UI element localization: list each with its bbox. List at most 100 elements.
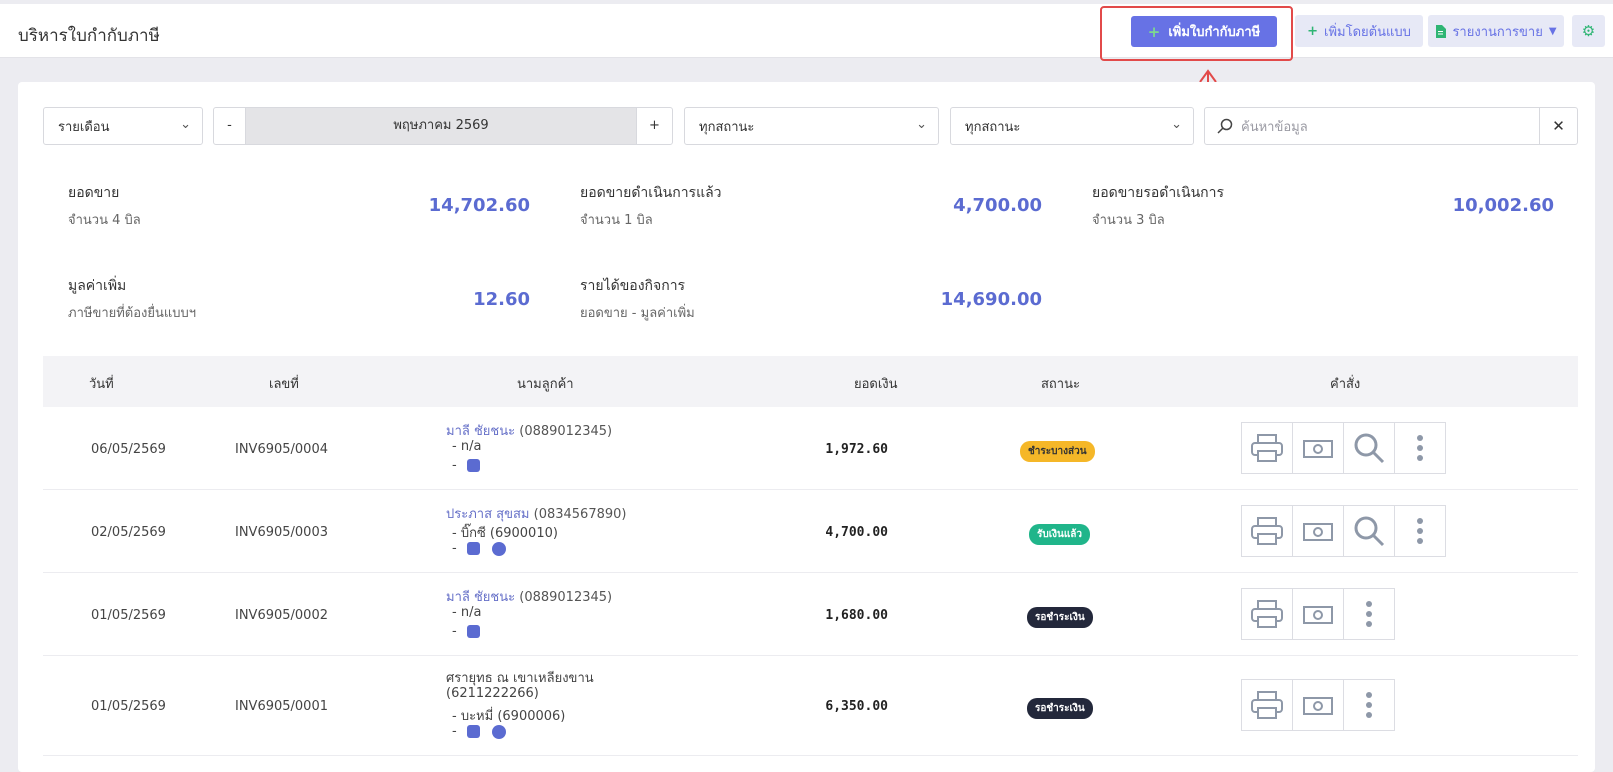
customer-name-link[interactable]: มาลี ชัยชนะ: [446, 590, 515, 605]
payment-button[interactable]: [1292, 505, 1344, 557]
period-type-select[interactable]: รายเดือน ⌄: [43, 107, 203, 145]
more-button[interactable]: [1394, 505, 1446, 557]
money-icon: [1303, 697, 1333, 715]
dash: -: [452, 724, 457, 739]
view-button[interactable]: [1343, 505, 1395, 557]
payment-button[interactable]: [1292, 588, 1344, 640]
col-date[interactable]: วันที่: [89, 373, 114, 394]
more-button[interactable]: [1343, 679, 1395, 731]
customer-phone: (0834567890): [533, 507, 627, 522]
income-value: 14,690.00: [940, 289, 1042, 310]
settings-button[interactable]: ⚙: [1572, 15, 1605, 47]
income-label: รายได้ของกิจการ: [580, 278, 686, 294]
customer-name-link[interactable]: ศรายุทธ ณ เขาเหลียงขาน: [446, 667, 594, 688]
customer-phone: (0889012345): [519, 590, 613, 605]
table-row[interactable]: 06/05/2569 INV6905/0004 มาลี ชัยชนะ (088…: [43, 407, 1578, 490]
customer-branch: - บิ๊กซี (6900010): [452, 526, 558, 541]
row-amount: 1,680.00: [825, 608, 888, 623]
period-selector: - พฤษภาคม 2569 +: [213, 107, 673, 145]
period-next-button[interactable]: +: [636, 108, 672, 144]
lifebuoy-icon[interactable]: [491, 541, 506, 556]
row-amount: 4,700.00: [825, 525, 888, 540]
row-amount: 1,972.60: [825, 442, 888, 457]
status-badge: ชำระบางส่วน: [1020, 441, 1095, 462]
customer-name-link[interactable]: มาลี ชัยชนะ: [446, 424, 515, 439]
status-select-1[interactable]: ทุกสถานะ ⌄: [684, 107, 939, 145]
status-select-2-value: ทุกสถานะ: [965, 119, 1021, 135]
row-number[interactable]: INV6905/0003: [235, 525, 328, 540]
col-actions: คำสั่ง: [1330, 377, 1361, 392]
magnifier-icon: [1354, 516, 1385, 547]
close-icon: ✕: [1552, 117, 1565, 135]
payment-button[interactable]: [1292, 422, 1344, 474]
money-icon: [1303, 440, 1333, 458]
store-icon[interactable]: [466, 542, 480, 555]
payment-button[interactable]: [1292, 679, 1344, 731]
col-number[interactable]: เลขที่: [269, 373, 299, 394]
customer-extra: -: [452, 724, 506, 739]
money-icon: [1303, 523, 1333, 541]
print-button[interactable]: [1241, 588, 1293, 640]
processed-value: 4,700.00: [953, 195, 1042, 216]
store-icon[interactable]: [466, 459, 480, 472]
row-date: 01/05/2569: [91, 699, 166, 714]
print-button[interactable]: [1241, 422, 1293, 474]
search-input[interactable]: ค้นหาข้อมูล ✕: [1204, 107, 1578, 145]
print-icon: [1251, 434, 1283, 462]
row-actions: [1241, 505, 1446, 557]
money-icon: [1303, 606, 1333, 624]
customer-phone: (0889012345): [519, 424, 613, 439]
row-number[interactable]: INV6905/0004: [235, 442, 328, 457]
lifebuoy-icon[interactable]: [491, 724, 506, 739]
status-badge: รอชำระเงิน: [1027, 607, 1093, 628]
print-icon: [1251, 691, 1283, 719]
table-row[interactable]: 01/05/2569 INV6905/0002 มาลี ชัยชนะ (088…: [43, 573, 1578, 656]
table-row[interactable]: 01/05/2569 INV6905/0001 ศรายุทธ ณ เขาเหล…: [43, 656, 1578, 756]
magnifier-icon: [1354, 433, 1385, 464]
print-icon: [1251, 600, 1283, 628]
customer-name-link[interactable]: ประภาส สุขสม: [446, 507, 529, 522]
plus-icon: +: [1307, 23, 1319, 39]
print-button[interactable]: [1241, 505, 1293, 557]
customer-extra: -: [452, 458, 480, 473]
highlight-box: [1100, 6, 1293, 61]
row-actions: [1241, 588, 1395, 640]
view-button[interactable]: [1343, 422, 1395, 474]
status-select-2[interactable]: ทุกสถานะ ⌄: [950, 107, 1194, 145]
row-actions: [1241, 679, 1395, 731]
customer-extra: -: [452, 624, 480, 639]
period-prev-button[interactable]: -: [214, 108, 246, 144]
row-date: 01/05/2569: [91, 608, 166, 623]
customer-extra: -: [452, 541, 506, 556]
dash: -: [452, 624, 457, 639]
print-button[interactable]: [1241, 679, 1293, 731]
row-number[interactable]: INV6905/0001: [235, 699, 328, 714]
col-customer[interactable]: นามลูกค้า: [517, 373, 574, 394]
add-from-template-button[interactable]: + เพิ่มโดยต้นแบบ: [1295, 15, 1423, 47]
sales-report-button[interactable]: รายงานการขาย ▼: [1428, 15, 1564, 47]
search-icon: [1217, 118, 1233, 134]
dash: -: [452, 541, 457, 556]
table-row[interactable]: 02/05/2569 INV6905/0003 ประภาส สุขสม (08…: [43, 490, 1578, 573]
table-header: วันที่ เลขที่ นามลูกค้า ยอดเงิน สถานะ คำ…: [43, 356, 1578, 407]
more-button[interactable]: [1343, 588, 1395, 640]
store-icon[interactable]: [466, 725, 480, 738]
store-icon[interactable]: [466, 625, 480, 638]
add-from-template-label: เพิ่มโดยต้นแบบ: [1324, 24, 1411, 40]
more-button[interactable]: [1394, 422, 1446, 474]
processed-sub: จำนวน 1 บิล: [580, 213, 653, 228]
income-sub: ยอดขาย - มูลค่าเพิ่ม: [580, 306, 695, 321]
clear-search-button[interactable]: ✕: [1539, 108, 1577, 144]
chevron-down-icon: ⌄: [916, 117, 927, 132]
dash: -: [452, 458, 457, 473]
sales-sub: จำนวน 4 บิล: [68, 213, 141, 228]
gear-icon: ⚙: [1581, 22, 1596, 40]
col-amount[interactable]: ยอดเงิน: [854, 373, 898, 394]
page-title: บริหารใบกำกับภาษี: [18, 26, 160, 46]
more-vertical-icon: [1366, 601, 1372, 627]
row-date: 06/05/2569: [91, 442, 166, 457]
more-vertical-icon: [1417, 518, 1423, 544]
row-amount: 6,350.00: [825, 699, 888, 714]
row-number[interactable]: INV6905/0002: [235, 608, 328, 623]
col-status[interactable]: สถานะ: [1041, 373, 1080, 394]
